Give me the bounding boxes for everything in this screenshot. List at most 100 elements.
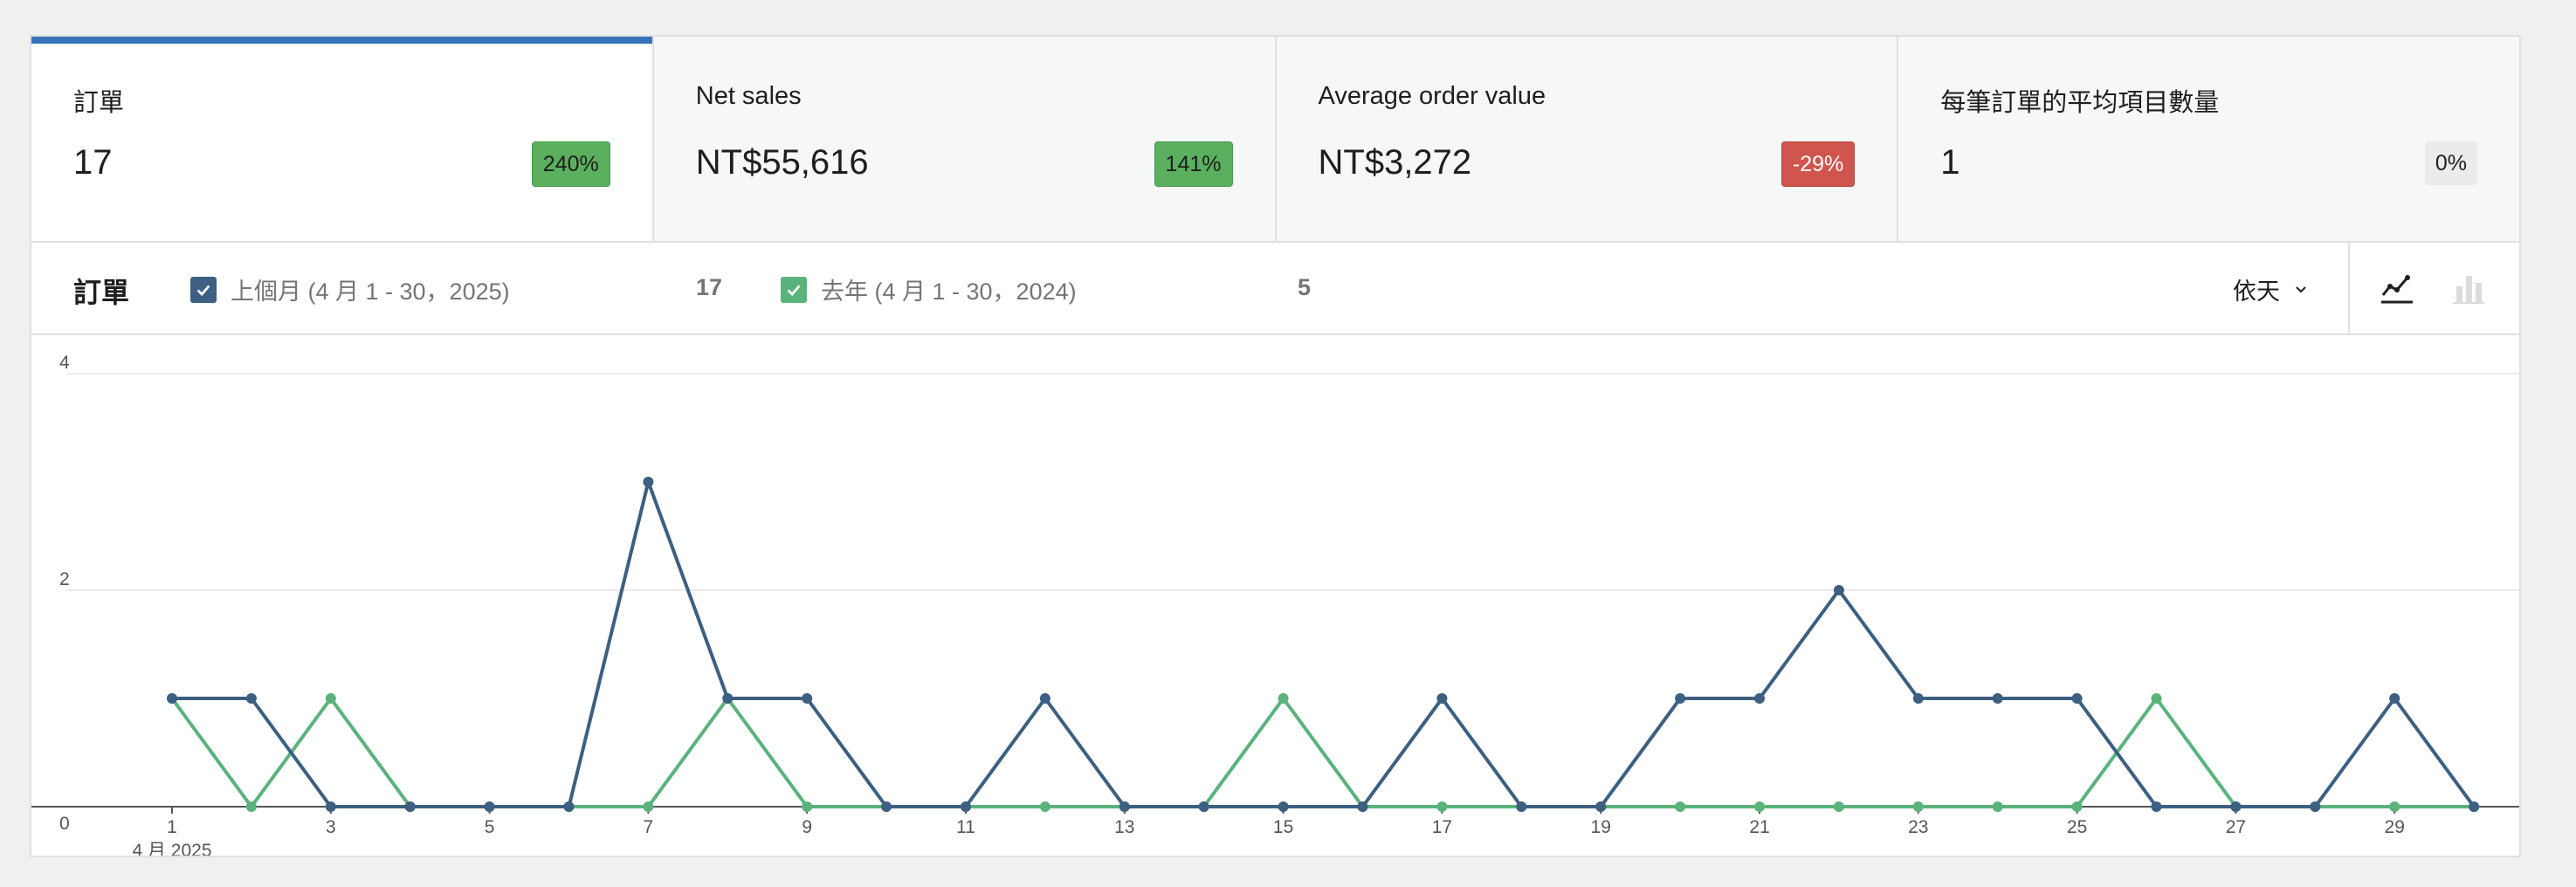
x-tick-label: 7 <box>644 817 654 837</box>
data-point <box>563 801 575 812</box>
divider <box>2348 243 2350 333</box>
x-tick-label: 23 <box>1908 817 1928 837</box>
data-point <box>1039 693 1050 704</box>
x-tick-label: 3 <box>326 817 336 837</box>
tile-value: NT$3,272 <box>1318 143 1472 182</box>
data-point <box>1595 801 1607 812</box>
data-point <box>2469 801 2480 812</box>
data-point <box>2389 801 2400 812</box>
data-point <box>1754 801 1765 812</box>
data-point <box>325 801 336 812</box>
x-tick-label: 13 <box>1114 817 1134 837</box>
x-tick-label: 15 <box>1273 817 1293 837</box>
tile-average-order-value[interactable]: Average order value NT$3,272 -29% <box>1274 37 1898 241</box>
data-point <box>802 801 813 812</box>
data-point <box>245 801 257 812</box>
y-tick-label: 4 <box>59 353 70 373</box>
data-point <box>1754 693 1765 704</box>
data-point <box>1516 801 1527 812</box>
data-point <box>2071 693 2083 704</box>
tile-value: 1 <box>1940 143 1960 182</box>
data-point <box>2389 693 2400 704</box>
data-point <box>1039 801 1050 812</box>
y-tick-label: 0 <box>59 814 70 834</box>
chevron-down-icon <box>2296 285 2306 292</box>
data-point <box>1833 585 1844 595</box>
data-point <box>1675 693 1686 704</box>
data-point <box>2071 801 2083 812</box>
x-tick-label: 27 <box>2226 817 2246 837</box>
delta-badge: 240% <box>531 141 610 187</box>
x-tick-label: 1 <box>167 817 177 837</box>
tile-value: NT$55,616 <box>695 143 869 182</box>
data-point <box>1278 693 1289 704</box>
interval-select[interactable]: 依天 <box>2233 272 2310 306</box>
data-point <box>643 477 654 487</box>
data-point <box>167 693 177 704</box>
data-point <box>1912 693 1924 704</box>
x-tick-label: 19 <box>1591 817 1611 837</box>
delta-badge: 141% <box>1154 141 1233 187</box>
data-point <box>1675 801 1686 812</box>
line-chart-icon[interactable] <box>2378 269 2416 307</box>
x-tick-label: 21 <box>1749 817 1769 837</box>
data-point <box>1912 801 1924 812</box>
x-tick-label: 5 <box>485 817 495 837</box>
data-point <box>245 693 257 704</box>
data-point <box>1833 801 1844 812</box>
data-point <box>1992 693 2003 704</box>
tile-label: Average order value <box>1318 82 1546 110</box>
legend-total: 17 <box>696 274 723 300</box>
data-point <box>1992 801 2003 812</box>
data-point <box>2230 801 2242 812</box>
chart-header: 訂單 上個月 (4 月 1 - 30，2025) 17 去年 (4 月 1 - … <box>31 243 2519 335</box>
data-point <box>722 693 734 704</box>
data-point <box>2151 693 2162 704</box>
checkbox-checked-icon[interactable] <box>190 276 217 303</box>
data-point <box>961 801 971 812</box>
data-point <box>881 801 892 812</box>
checkbox-checked-icon[interactable] <box>781 276 807 303</box>
line-chart: 0241 3 5 7 9 11 13 15 17 19 21 23 25 27 294 月 2025 <box>31 353 2519 856</box>
tile-label: Net sales <box>695 82 802 110</box>
y-tick-label: 2 <box>59 569 70 589</box>
interval-label: 依天 <box>2233 278 2280 305</box>
bar-chart-icon[interactable] <box>2449 269 2488 307</box>
tile-value: 17 <box>73 143 113 182</box>
delta-badge: 0% <box>2424 141 2477 185</box>
data-point <box>325 693 336 704</box>
data-point <box>2151 801 2162 812</box>
legend-total: 5 <box>1298 274 1312 300</box>
data-point <box>643 801 654 812</box>
data-point <box>404 801 416 812</box>
x-tick-label: 29 <box>2385 817 2405 837</box>
tile-orders[interactable]: 訂單 17 240% <box>31 37 652 241</box>
series-line-0 <box>172 480 2476 808</box>
data-point <box>1119 801 1130 812</box>
data-point <box>1436 693 1448 704</box>
delta-badge: -29% <box>1780 141 1856 187</box>
x-tick-label: 9 <box>802 817 812 837</box>
data-point <box>1278 801 1289 812</box>
chart-title: 訂單 <box>73 277 130 308</box>
tile-average-items-per-order[interactable]: 每筆訂單的平均項目數量 1 0% <box>1897 37 2519 241</box>
x-sub-label: 4 月 2025 <box>132 841 211 856</box>
x-tick-label: 17 <box>1432 817 1452 837</box>
x-tick-label: 11 <box>956 817 975 837</box>
data-point <box>802 693 813 704</box>
tile-label: 每筆訂單的平均項目數量 <box>1940 89 2220 117</box>
data-point <box>484 801 495 812</box>
x-tick-label: 25 <box>2067 817 2087 837</box>
legend-previous-period[interactable]: 去年 (4 月 1 - 30，2024) <box>781 272 1077 306</box>
analytics-panel: 訂單 17 240% Net sales NT$55,616 141% Aver… <box>30 35 2521 857</box>
data-point <box>1436 801 1448 812</box>
data-point <box>2310 801 2321 812</box>
legend-current-period[interactable]: 上個月 (4 月 1 - 30，2025) <box>190 272 510 306</box>
tile-net-sales[interactable]: Net sales NT$55,616 141% <box>651 37 1275 241</box>
series-line-1 <box>170 697 2475 808</box>
data-point <box>1357 801 1368 812</box>
tile-label: 訂單 <box>73 89 125 117</box>
summary-tiles: 訂單 17 240% Net sales NT$55,616 141% Aver… <box>31 37 2519 243</box>
data-point <box>1198 801 1209 812</box>
legend-label: 上個月 (4 月 1 - 30，2025) <box>231 278 510 305</box>
